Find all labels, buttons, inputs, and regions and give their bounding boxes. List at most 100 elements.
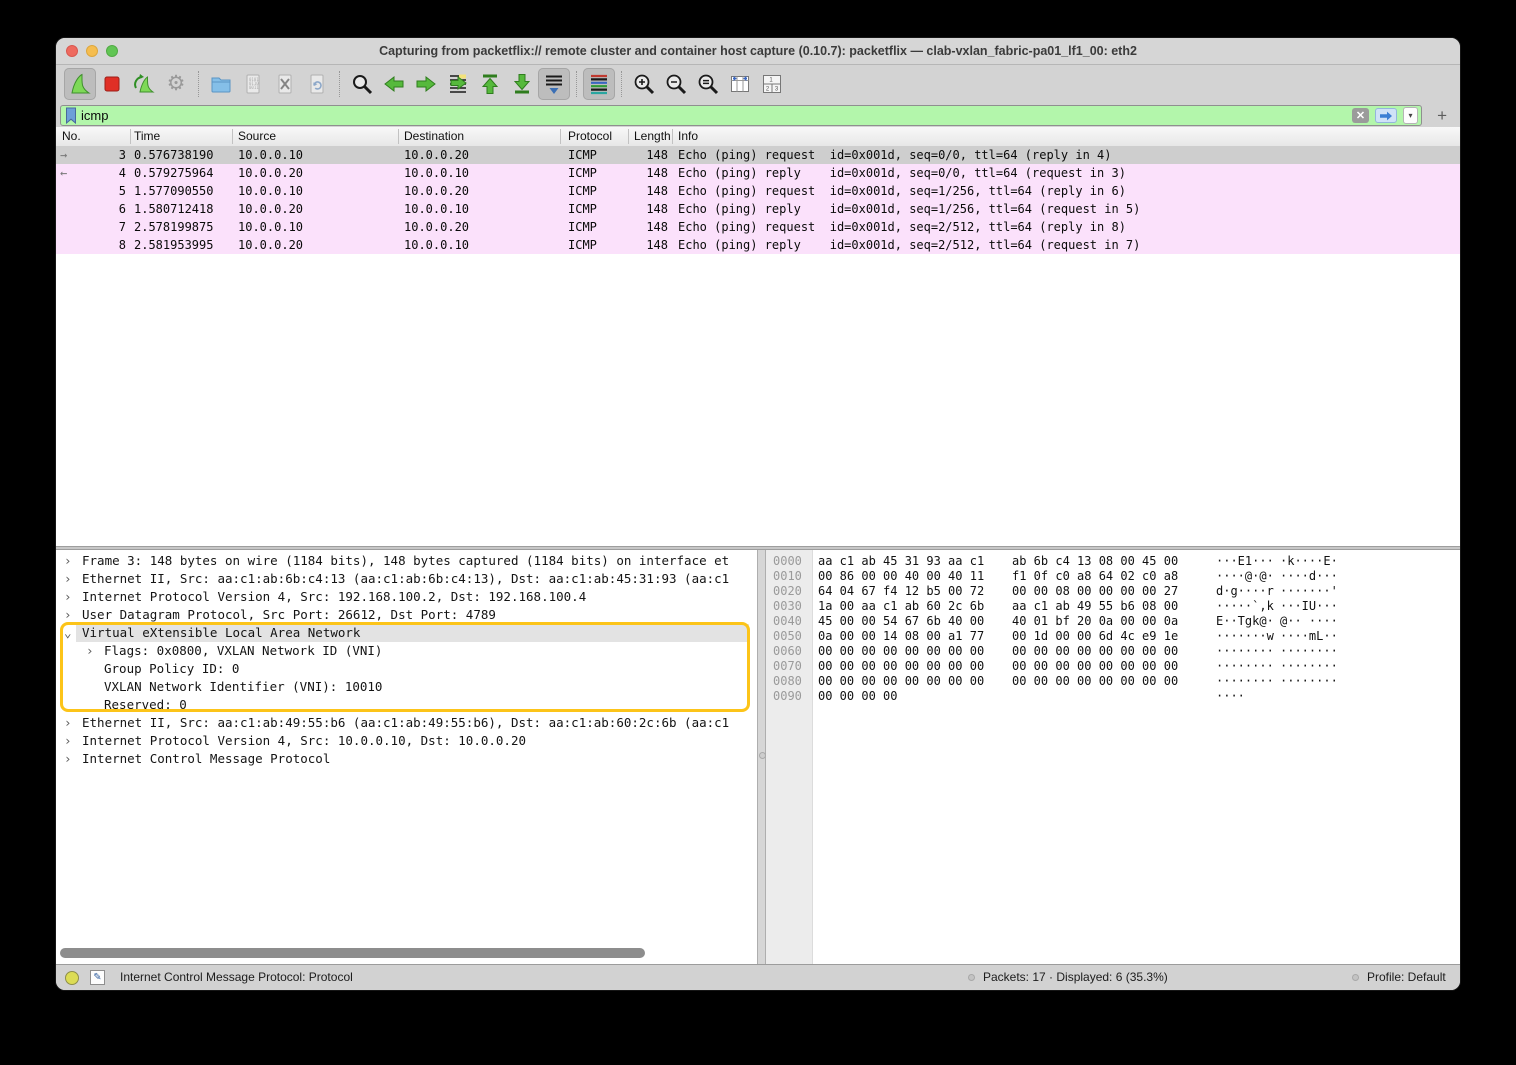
next-packet-button[interactable] (410, 68, 442, 100)
detail-row-8[interactable]: Reserved: 0 (56, 696, 757, 714)
detail-row-9[interactable]: › Ethernet II, Src: aa:c1:ab:49:55:b6 (aa… (56, 714, 757, 732)
col-header-time[interactable]: Time (134, 127, 160, 145)
hex-bytes-left: 45 00 00 54 67 6b 40 00 (818, 614, 984, 629)
packet-row-7[interactable]: 72.57819987510.0.0.1010.0.0.20ICMP148Ech… (56, 218, 1460, 236)
title-bar[interactable]: Capturing from packetflix:// remote clus… (56, 38, 1460, 65)
detail-row-6[interactable]: Group Policy ID: 0 (56, 660, 757, 678)
filter-clear-button[interactable]: ✕ (1352, 108, 1369, 123)
col-header-protocol[interactable]: Protocol (568, 127, 612, 145)
packet-destination: 10.0.0.20 (404, 182, 469, 200)
col-header-destination[interactable]: Destination (404, 127, 464, 145)
go-to-packet-button[interactable] (442, 68, 474, 100)
start-capture-button[interactable] (64, 68, 96, 100)
expert-info-icon[interactable] (65, 971, 79, 985)
packet-row-5[interactable]: 51.57709055010.0.0.1010.0.0.20ICMP148Ech… (56, 182, 1460, 200)
zoom-in-button[interactable] (628, 68, 660, 100)
packet-row-4[interactable]: ←40.57927596410.0.0.2010.0.0.10ICMP148Ec… (56, 164, 1460, 182)
detail-row-10[interactable]: ›Internet Protocol Version 4, Src: 10.0.… (56, 732, 757, 750)
packet-details-pane: ›Frame 3: 148 bytes on wire (1184 bits),… (56, 550, 757, 964)
capture-options-button[interactable]: ⚙ (160, 68, 192, 100)
status-profile[interactable]: Profile: Default (1367, 965, 1446, 990)
expander-open-icon[interactable]: ⌄ (64, 624, 72, 642)
packet-row-6[interactable]: 61.58071241810.0.0.2010.0.0.10ICMP148Ech… (56, 200, 1460, 218)
col-header-source[interactable]: Source (238, 127, 276, 145)
filter-add-button[interactable]: + (1437, 106, 1447, 126)
filter-text[interactable]: icmp (81, 108, 1352, 123)
capture-options-icon: ⚙ (167, 73, 186, 95)
save-file-button[interactable]: 010101100011 (237, 68, 269, 100)
layout-123-icon: 123 (760, 72, 784, 96)
expander-closed-icon[interactable]: › (64, 570, 72, 588)
hex-row-0050[interactable]: 00500a 00 00 14 08 00 a1 7700 1d 00 00 6… (766, 629, 1460, 644)
restart-capture-button[interactable] (128, 68, 160, 100)
expander-closed-icon[interactable]: › (64, 588, 72, 606)
open-file-button[interactable] (205, 68, 237, 100)
expander-closed-icon[interactable]: › (64, 732, 72, 750)
close-file-button[interactable] (269, 68, 301, 100)
detail-row-text: Group Policy ID: 0 (104, 660, 239, 678)
last-packet-button[interactable] (506, 68, 538, 100)
col-header-length[interactable]: Length (634, 127, 670, 145)
detail-row-7[interactable]: VXLAN Network Identifier (VNI): 10010 (56, 678, 757, 696)
hex-row-0020[interactable]: 002064 04 67 f4 12 b5 00 7200 00 08 00 0… (766, 584, 1460, 599)
hex-row-0090[interactable]: 009000 00 00 00···· (766, 689, 1460, 704)
hex-row-0060[interactable]: 006000 00 00 00 00 00 00 0000 00 00 00 0… (766, 644, 1460, 659)
detail-row-3[interactable]: › User Datagram Protocol, Src Port: 26612… (56, 606, 757, 624)
hex-row-0040[interactable]: 004045 00 00 54 67 6b 40 0040 01 bf 20 0… (766, 614, 1460, 629)
hex-row-0010[interactable]: 001000 86 00 00 40 00 40 11f1 0f c0 a8 6… (766, 569, 1460, 584)
ascii-right: ········ (1280, 674, 1338, 689)
hex-row-0030[interactable]: 00301a 00 aa c1 ab 60 2c 6baa c1 ab 49 5… (766, 599, 1460, 614)
colorize-packets-button[interactable] (583, 68, 615, 100)
packet-no: 5 (76, 182, 126, 200)
status-packet-counts: Packets: 17 · Displayed: 6 (35.3%) (983, 965, 1168, 990)
hex-row-0000[interactable]: 0000aa c1 ab 45 31 93 aa c1ab 6b c4 13 0… (766, 554, 1460, 569)
expander-closed-icon[interactable]: › (64, 714, 72, 732)
expander-closed-icon[interactable]: › (64, 750, 72, 768)
previous-packet-button[interactable] (378, 68, 410, 100)
filter-apply-button[interactable] (1375, 108, 1397, 123)
find-packet-icon (350, 72, 374, 96)
detail-row-2[interactable]: ›Internet Protocol Version 4, Src: 192.1… (56, 588, 757, 606)
display-filter-input[interactable]: icmp ✕ ▾ (60, 105, 1422, 126)
ascii-left: d·g····r (1216, 584, 1274, 599)
auto-scroll-icon (542, 72, 566, 96)
splitter-handle[interactable] (759, 752, 766, 759)
start-capture-icon (68, 72, 92, 96)
detail-row-text: User Datagram Protocol, Src Port: 26612,… (82, 606, 496, 624)
expander-closed-icon[interactable]: › (64, 606, 72, 624)
detail-row-1[interactable]: ›Ethernet II, Src: aa:c1:ab:6b:c4:13 (aa… (56, 570, 757, 588)
hex-bytes-right: 00 1d 00 00 6d 4c e9 1e (1012, 629, 1178, 644)
detail-horizontal-scrollbar[interactable] (60, 948, 645, 958)
detail-row-11[interactable]: ›Internet Control Message Protocol (56, 750, 757, 768)
hex-offset: 0030 (773, 599, 802, 614)
detail-row-5[interactable]: ›Flags: 0x0800, VXLAN Network ID (VNI) (56, 642, 757, 660)
hex-row-0070[interactable]: 007000 00 00 00 00 00 00 0000 00 00 00 0… (766, 659, 1460, 674)
capture-comment-icon[interactable]: ✎ (90, 970, 105, 985)
save-file-icon: 010101100011 (241, 72, 265, 96)
find-packet-button[interactable] (346, 68, 378, 100)
col-header-no[interactable]: No. (62, 127, 81, 145)
previous-packet-icon (382, 72, 406, 96)
stop-capture-button[interactable] (96, 68, 128, 100)
filter-bookmark-icon[interactable] (61, 107, 81, 124)
packet-time: 0.579275964 (134, 164, 213, 182)
packet-row-3[interactable]: →30.57673819010.0.0.1010.0.0.20ICMP148Ec… (56, 146, 1460, 164)
expander-closed-icon[interactable]: › (64, 552, 72, 570)
auto-scroll-button[interactable] (538, 68, 570, 100)
filter-dropdown-button[interactable]: ▾ (1403, 107, 1418, 124)
first-packet-button[interactable] (474, 68, 506, 100)
layout-123-button[interactable]: 123 (756, 68, 788, 100)
detail-row-4[interactable]: ⌄Virtual eXtensible Local Area Network (56, 624, 757, 642)
expander-closed-icon[interactable]: › (86, 642, 94, 660)
resize-columns-button[interactable] (724, 68, 756, 100)
col-header-info[interactable]: Info (678, 127, 698, 145)
hex-bytes-left: aa c1 ab 45 31 93 aa c1 (818, 554, 984, 569)
packet-protocol: ICMP (568, 182, 597, 200)
hex-row-0080[interactable]: 008000 00 00 00 00 00 00 0000 00 00 00 0… (766, 674, 1460, 689)
detail-row-text: Ethernet II, Src: aa:c1:ab:49:55:b6 (aa:… (82, 714, 729, 732)
zoom-out-button[interactable] (660, 68, 692, 100)
packet-row-8[interactable]: 82.58195399510.0.0.2010.0.0.10ICMP148Ech… (56, 236, 1460, 254)
zoom-100-button[interactable] (692, 68, 724, 100)
detail-row-0[interactable]: ›Frame 3: 148 bytes on wire (1184 bits),… (56, 552, 757, 570)
reload-file-button[interactable] (301, 68, 333, 100)
